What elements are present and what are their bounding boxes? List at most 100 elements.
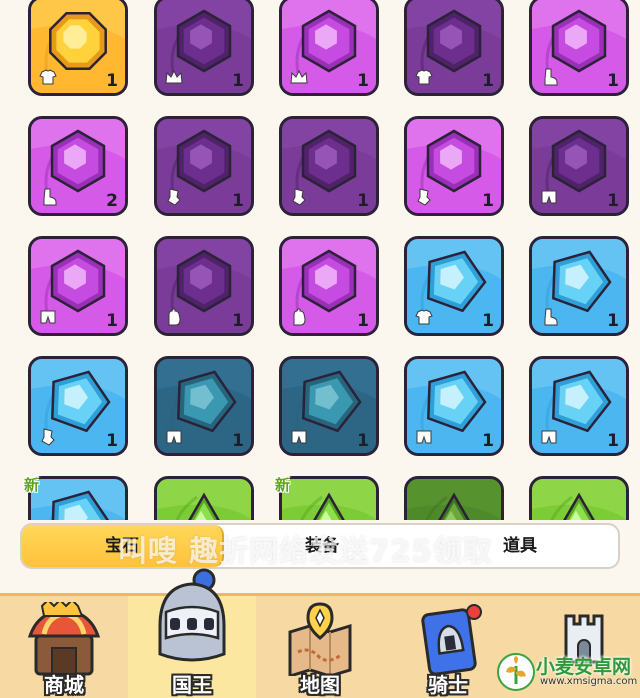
item-count: 1 <box>232 71 244 91</box>
item-count: 1 <box>357 311 369 331</box>
gauntlet-icon <box>41 428 55 446</box>
nav-knight[interactable]: 骑士 <box>384 596 512 698</box>
item-tile: 1 <box>529 116 629 216</box>
pentagon-gem-icon <box>31 479 125 520</box>
gauntlet-icon <box>417 188 431 206</box>
inventory-slot[interactable]: 1 <box>404 0 504 96</box>
glove-icon <box>293 308 306 326</box>
item-tile: 1 <box>279 0 379 96</box>
item-count: 1 <box>482 71 494 91</box>
tab-gems-label: 宝石 <box>105 536 139 556</box>
brand-logo-icon <box>497 653 535 691</box>
boot-icon <box>43 188 57 206</box>
item-tile <box>529 476 629 520</box>
item-count: 1 <box>106 71 118 91</box>
item-count: 1 <box>607 71 619 91</box>
inventory-slot[interactable]: 1 <box>28 356 128 456</box>
item-tile: 1 <box>279 116 379 216</box>
nav-knight-label: 骑士 <box>428 673 468 697</box>
item-count: 1 <box>357 71 369 91</box>
item-tile: 1 <box>529 236 629 336</box>
item-count: 1 <box>232 191 244 211</box>
brand-watermark: 小麦安卓网 www.xmsigma.com <box>496 652 637 692</box>
bottom-navigation: 商城 国王 地图 骑士 小麦安卓网 www.xmsigma.com <box>0 568 640 698</box>
nav-shop-label: 商城 <box>44 673 84 697</box>
inventory-slot[interactable]: 1 <box>279 116 379 216</box>
inventory-slot[interactable]: 1 <box>279 236 379 336</box>
shorts-icon <box>166 430 182 444</box>
inventory-slot[interactable] <box>529 476 629 520</box>
shirt-icon <box>39 69 57 85</box>
item-count: 1 <box>607 311 619 331</box>
item-tile: 1 <box>279 236 379 336</box>
inventory-slot[interactable]: 1 <box>529 356 629 456</box>
item-count: 1 <box>357 191 369 211</box>
inventory-slot[interactable]: 新 <box>24 476 128 520</box>
nav-shop[interactable]: 商城 <box>0 596 128 698</box>
inventory-slot[interactable]: 1 <box>404 356 504 456</box>
triangle-gem-icon <box>282 479 376 520</box>
item-tile: 1 <box>279 356 379 456</box>
item-tile <box>154 476 254 520</box>
inventory-slot[interactable]: 1 <box>154 0 254 96</box>
inventory-slot[interactable]: 新 <box>275 476 379 520</box>
shirt-icon <box>415 309 433 325</box>
inventory-slot[interactable]: 1 <box>154 356 254 456</box>
brand-name: 小麦安卓网 <box>536 656 632 678</box>
inventory-slot[interactable]: 1 <box>154 116 254 216</box>
item-tile: 1 <box>529 0 629 96</box>
inventory-slot[interactable]: 1 <box>404 236 504 336</box>
gauntlet-icon <box>167 188 181 206</box>
item-tile: 1 <box>404 0 504 96</box>
boot-icon <box>544 68 558 86</box>
item-count: 1 <box>106 311 118 331</box>
item-tile: 1 <box>28 236 128 336</box>
item-tile: 1 <box>154 236 254 336</box>
item-tile: 2 <box>28 116 128 216</box>
inventory-slot[interactable] <box>404 476 504 520</box>
tab-equipment[interactable]: 装备 <box>222 525 422 567</box>
nav-king-label: 国王 <box>172 673 212 697</box>
item-tile: 1 <box>404 356 504 456</box>
tab-gems[interactable]: 宝石 <box>22 525 224 567</box>
new-badge: 新 <box>24 476 40 494</box>
item-tile: 1 <box>404 236 504 336</box>
knight-helmet-icon <box>158 568 226 662</box>
inventory-slot[interactable]: 1 <box>529 236 629 336</box>
item-count: 1 <box>482 431 494 451</box>
item-tile: 1 <box>28 0 128 96</box>
item-count: 1 <box>482 311 494 331</box>
triangle-gem-icon <box>407 479 501 520</box>
inventory-slot[interactable]: 1 <box>28 0 128 96</box>
inventory-slot[interactable] <box>154 476 254 520</box>
item-tile: 1 <box>529 356 629 456</box>
tab-items[interactable]: 道具 <box>422 525 618 567</box>
tab-equipment-label: 装备 <box>305 536 339 556</box>
shorts-icon <box>416 430 432 444</box>
item-tile: 1 <box>28 356 128 456</box>
triangle-gem-icon <box>532 479 626 520</box>
item-count: 1 <box>607 431 619 451</box>
inventory-slot[interactable]: 1 <box>154 236 254 336</box>
knight-card-icon <box>421 604 482 676</box>
inventory-slot[interactable]: 2 <box>28 116 128 216</box>
shorts-icon <box>291 430 307 444</box>
item-tile: 1 <box>154 0 254 96</box>
inventory-slot[interactable]: 1 <box>279 356 379 456</box>
inventory-slot[interactable]: 1 <box>529 0 629 96</box>
shorts-icon <box>541 430 557 444</box>
nav-map[interactable]: 地图 <box>256 596 384 698</box>
category-tabs: 宝石 装备 道具 <box>20 523 620 569</box>
inventory-slot[interactable]: 1 <box>28 236 128 336</box>
inventory-slot[interactable]: 1 <box>529 116 629 216</box>
shorts-icon <box>40 310 56 324</box>
nav-king[interactable]: 国王 <box>128 568 256 698</box>
item-tile <box>279 476 379 520</box>
item-count: 1 <box>607 191 619 211</box>
crown-icon <box>290 69 308 84</box>
map-icon <box>288 602 352 676</box>
shop-icon <box>27 602 101 676</box>
boot-icon <box>544 308 558 326</box>
inventory-slot[interactable]: 1 <box>279 0 379 96</box>
inventory-slot[interactable]: 1 <box>404 116 504 216</box>
